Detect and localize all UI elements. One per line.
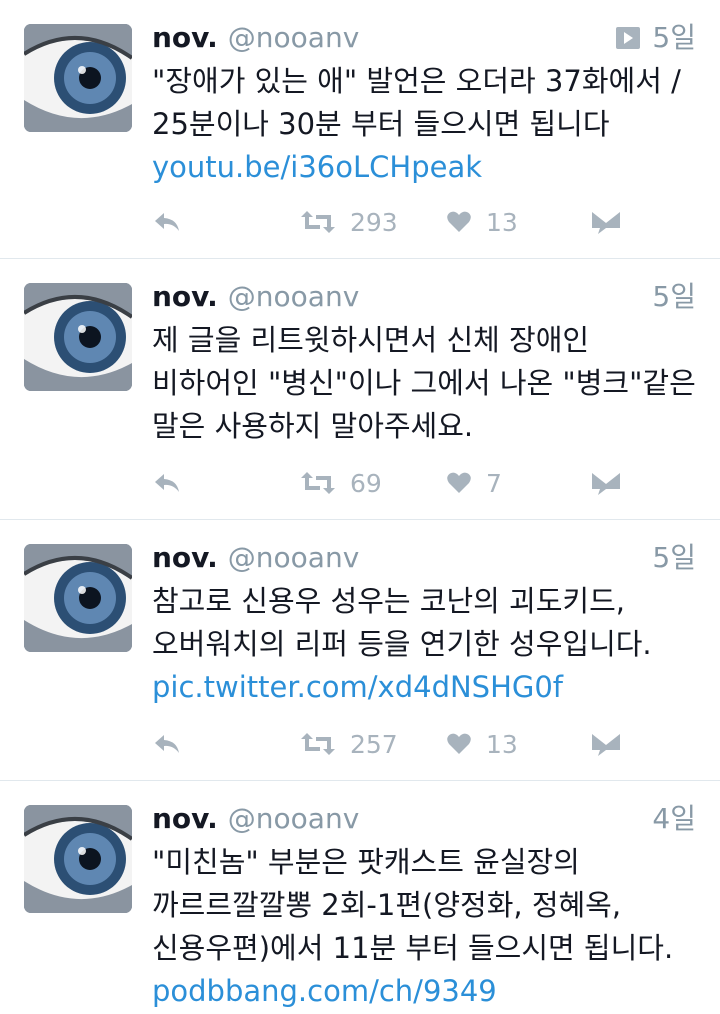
reply-icon <box>155 735 179 753</box>
tweet-line: 말은 사용하지 말아주세요. <box>152 409 474 443</box>
display-name[interactable]: nov. <box>152 280 218 313</box>
avatar[interactable] <box>24 544 132 652</box>
direct-message-button[interactable] <box>592 463 620 503</box>
reply-icon <box>155 474 179 492</box>
username[interactable]: @nooanv <box>228 802 359 835</box>
tweet-header: nov. @nooanv 5일 <box>152 277 696 317</box>
direct-message-button[interactable] <box>592 202 620 242</box>
tweet-link[interactable]: pic.twitter.com/xd4dNSHG0f <box>152 666 702 709</box>
avatar[interactable] <box>24 283 132 391</box>
avatar[interactable] <box>24 805 132 913</box>
username[interactable]: @nooanv <box>228 21 359 54</box>
like-icon <box>447 733 471 754</box>
tweet-text: 참고로 신용우 성우는 코난의 괴도키드, 오버워치의 리퍼 등을 연기한 성우… <box>152 580 702 709</box>
tweet-header: nov. @nooanv 5일 <box>152 18 696 58</box>
tweet-line: "장애가 있는 애" 발언은 오더라 37화에서 / <box>152 64 681 98</box>
like-button[interactable]: 13 <box>446 724 518 764</box>
retweet-button[interactable]: 257 <box>300 724 398 764</box>
timestamp: 5일 <box>652 277 696 317</box>
tweet-line: 까르르깔깔뽕 2회-1편(양정화, 정혜옥, <box>152 888 622 922</box>
reply-button[interactable] <box>152 724 182 764</box>
timestamp: 4일 <box>652 799 696 839</box>
tweet[interactable]: nov. @nooanv 5일 참고로 신용우 성우는 코난의 괴도키드, 오버워… <box>0 520 720 781</box>
timestamp-label: 5일 <box>652 21 696 54</box>
like-icon <box>447 472 471 493</box>
tweet-link[interactable]: youtu.be/i36oLCHpeak <box>152 146 702 189</box>
timestamp-label: 5일 <box>652 280 696 313</box>
direct-message-icon <box>592 473 620 495</box>
retweet-count: 69 <box>350 468 382 498</box>
retweet-icon <box>301 733 335 755</box>
timestamp-label: 5일 <box>652 541 696 574</box>
tweet-header: nov. @nooanv 5일 <box>152 538 696 578</box>
tweet-line: "미친놈" 부분은 팟캐스트 윤실장의 <box>152 845 580 879</box>
reply-button[interactable] <box>152 202 182 242</box>
timestamp: 5일 <box>652 538 696 578</box>
tweet-actions: 257 13 <box>152 724 696 764</box>
tweet-text: "장애가 있는 애" 발언은 오더라 37화에서 / 25분이나 30분 부터 … <box>152 60 702 189</box>
retweet-count: 257 <box>350 729 398 759</box>
retweet-icon <box>301 472 335 494</box>
direct-message-icon <box>592 212 620 234</box>
tweet-line: 오버워치의 리퍼 등을 연기한 성우입니다. <box>152 627 652 661</box>
timestamp-label: 4일 <box>652 802 696 835</box>
tweet-text: "미친놈" 부분은 팟캐스트 윤실장의 까르르깔깔뽕 2회-1편(양정화, 정혜… <box>152 841 702 1013</box>
tweet[interactable]: nov. @nooanv 4일 "미친놈" 부분은 팟캐스트 윤실장의 까르르깔깔… <box>0 781 720 1014</box>
retweet-button[interactable]: 293 <box>300 202 398 242</box>
like-count: 7 <box>486 468 502 498</box>
video-play-icon <box>616 27 641 49</box>
timestamp: 5일 <box>616 18 696 58</box>
tweet-line: 25분이나 30분 부터 들으시면 됩니다 <box>152 107 610 141</box>
tweet-line: 신용우편)에서 11분 부터 들으시면 됩니다. <box>152 931 674 965</box>
tweet-link[interactable]: podbbang.com/ch/9349 <box>152 970 702 1013</box>
like-button[interactable]: 13 <box>446 202 518 242</box>
tweet-actions: 69 7 <box>152 463 696 503</box>
display-name[interactable]: nov. <box>152 21 218 54</box>
like-count: 13 <box>486 729 518 759</box>
direct-message-icon <box>592 734 620 756</box>
retweet-count: 293 <box>350 207 398 237</box>
reply-button[interactable] <box>152 463 182 503</box>
reply-icon <box>155 213 179 231</box>
display-name[interactable]: nov. <box>152 541 218 574</box>
username[interactable]: @nooanv <box>228 541 359 574</box>
retweet-button[interactable]: 69 <box>300 463 382 503</box>
tweet-line: 제 글을 리트윗하시면서 신체 장애인 <box>152 323 590 357</box>
tweet[interactable]: nov. @nooanv 5일 제 글을 리트윗하시면서 신체 장애인 비하어인 … <box>0 259 720 520</box>
tweet[interactable]: nov. @nooanv 5일 "장애가 있는 애" 발언은 오더라 37화에서 … <box>0 0 720 259</box>
tweet-header: nov. @nooanv 4일 <box>152 799 696 839</box>
tweet-text: 제 글을 리트윗하시면서 신체 장애인 비하어인 "병신"이나 그에서 나온 "… <box>152 319 702 448</box>
direct-message-button[interactable] <box>592 724 620 764</box>
like-button[interactable]: 7 <box>446 463 502 503</box>
username[interactable]: @nooanv <box>228 280 359 313</box>
tweet-line: 참고로 신용우 성우는 코난의 괴도키드, <box>152 584 625 618</box>
display-name[interactable]: nov. <box>152 802 218 835</box>
tweet-actions: 293 13 <box>152 202 696 242</box>
like-count: 13 <box>486 207 518 237</box>
like-icon <box>447 211 471 232</box>
tweet-line: 비하어인 "병신"이나 그에서 나온 "병크"같은 <box>152 366 696 400</box>
avatar[interactable] <box>24 24 132 132</box>
retweet-icon <box>301 211 335 233</box>
